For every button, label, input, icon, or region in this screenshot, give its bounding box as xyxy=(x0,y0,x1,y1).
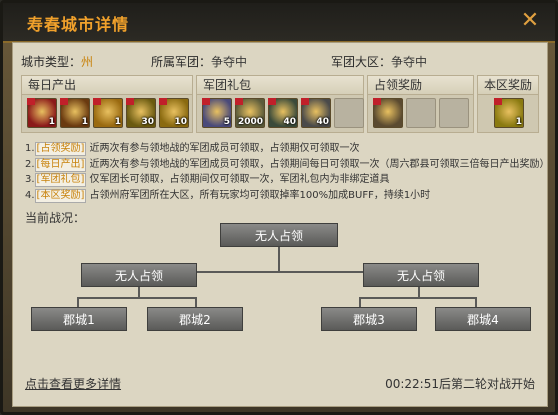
scroll-item[interactable]: 1 xyxy=(27,98,57,128)
bracket-semifinal-left[interactable]: 无人占领 xyxy=(81,263,197,287)
bracket-connector xyxy=(418,287,420,297)
reward-notes: 1. [占领奖励] 近两次有参与领地战的军团成员可领取，占领期仅可领取一次 2.[… xyxy=(25,141,550,203)
battle-status-label: 当前战况： xyxy=(25,211,86,225)
trophy-icon xyxy=(374,99,402,127)
bracket-connector xyxy=(278,245,280,271)
empty-slot xyxy=(439,98,469,128)
city-type-label: 城市类型： xyxy=(21,55,82,69)
bracket-county-3[interactable]: 郡城3 xyxy=(321,307,417,331)
item-count: 40 xyxy=(283,117,296,127)
empty-slot xyxy=(334,98,364,128)
horse-item[interactable]: 40 xyxy=(268,98,298,128)
close-button[interactable]: ✕ xyxy=(519,10,541,32)
gold-coin-item[interactable]: 10 xyxy=(159,98,189,128)
item-count: 5 xyxy=(223,117,230,127)
bracket-county-2[interactable]: 郡城2 xyxy=(147,307,243,331)
bracket-connector xyxy=(195,297,197,307)
legion-label: 所属军团： xyxy=(151,55,212,69)
district-reward-title: 本区奖励 xyxy=(478,76,538,95)
note-tag: [军团礼包] xyxy=(34,173,87,187)
note-line: 2. [每日产出] 近两次有参与领地战的军团成员可领取，占领期间每日可领取一次（周… xyxy=(25,157,550,172)
bracket-county-1[interactable]: 郡城1 xyxy=(31,307,127,331)
item-count: 2000 xyxy=(237,117,263,127)
item-count: 40 xyxy=(316,117,329,127)
bracket-final[interactable]: 无人占领 xyxy=(220,223,338,247)
daily-reward-group: 每日产出 1 1 1 30 10 xyxy=(21,75,193,133)
legion-region: 军团大区：争夺中 xyxy=(331,53,427,70)
item-count: 1 xyxy=(48,117,55,127)
note-tag: [本区奖励] xyxy=(34,188,87,203)
legion-owner: 所属军团：争夺中 xyxy=(151,53,247,70)
bracket-connector xyxy=(138,287,140,297)
occupy-reward-group: 占领奖励 xyxy=(367,75,474,133)
empty-slot xyxy=(406,98,436,128)
legion-value: 争夺中 xyxy=(211,55,248,69)
crystal-item[interactable]: 5 xyxy=(202,98,232,128)
item-count: 30 xyxy=(141,117,154,127)
bread-item[interactable]: 2000 xyxy=(235,98,265,128)
bracket-semifinal-right[interactable]: 无人占领 xyxy=(363,263,479,287)
region-value: 争夺中 xyxy=(391,55,428,69)
bracket-connector xyxy=(359,297,477,299)
note-line: 4. [本区奖励] 占领州府军团所在大区，所有玩家均可领取掉率100%加成BUFF… xyxy=(25,188,431,203)
legion-reward-group: 军团礼包 5 2000 40 40 xyxy=(196,75,364,133)
bracket-connector xyxy=(359,297,361,307)
item-count: 1 xyxy=(114,117,121,127)
item-count: 1 xyxy=(81,117,88,127)
region-label: 军团大区： xyxy=(331,55,392,69)
note-line: 3. [军团礼包] 仅军团长可领取，占领期间仅可领取一次，军团礼包内为非绑定道具 xyxy=(25,173,390,187)
city-type-value: 州 xyxy=(81,55,94,69)
gold-pile-item[interactable]: 30 xyxy=(126,98,156,128)
coin-item[interactable]: 1 xyxy=(93,98,123,128)
daily-reward-title: 每日产出 xyxy=(22,76,192,95)
more-details-link[interactable]: 点击查看更多详情 xyxy=(25,375,121,392)
bracket-connector xyxy=(77,297,197,299)
chest-item[interactable]: 1 xyxy=(60,98,90,128)
note-tag: [占领奖励] xyxy=(34,142,87,156)
legion-reward-title: 军团礼包 xyxy=(197,76,363,95)
window-title: 寿春城市详情 xyxy=(27,15,130,34)
occupy-reward-title: 占领奖励 xyxy=(368,76,473,95)
bracket-county-4[interactable]: 郡城4 xyxy=(435,307,531,331)
note-line: 1. [占领奖励] 近两次有参与领地战的军团成员可领取，占领期仅可领取一次 xyxy=(25,142,360,156)
trophy-item[interactable] xyxy=(373,98,403,128)
rewards-section: 每日产出 1 1 1 30 10 军团礼包 5 2000 40 40 占领奖励 本区奖励 1 xyxy=(21,75,539,133)
banner-item[interactable]: 1 xyxy=(494,98,524,128)
item-count: 1 xyxy=(515,117,522,127)
next-round-timer: 00:22:51后第二轮对战开始 xyxy=(385,377,535,391)
district-reward-group: 本区奖励 1 xyxy=(477,75,539,133)
bracket-connector xyxy=(475,297,477,307)
close-icon: ✕ xyxy=(520,8,540,33)
title-bar: 寿春城市详情 ✕ xyxy=(3,3,555,43)
bracket-connector xyxy=(77,297,79,307)
note-tag: [每日产出] xyxy=(34,157,87,172)
item-count: 10 xyxy=(174,117,187,127)
content-panel: 城市类型：州 所属军团：争夺中 军团大区：争夺中 每日产出 1 1 1 30 10 军团… xyxy=(12,42,550,407)
glove-item[interactable]: 40 xyxy=(301,98,331,128)
city-type: 城市类型：州 xyxy=(21,53,93,70)
